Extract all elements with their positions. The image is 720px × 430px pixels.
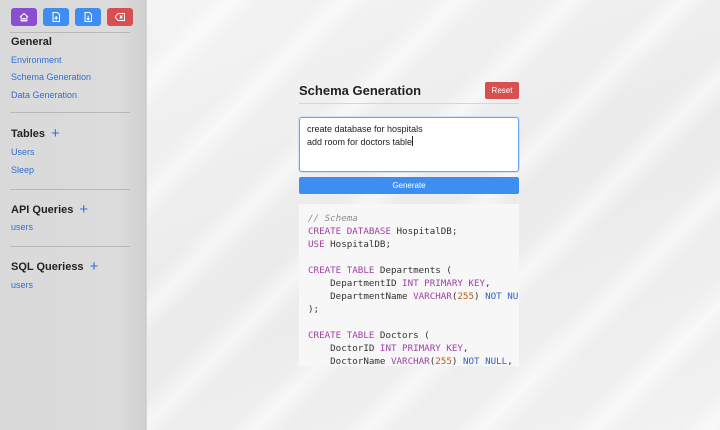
generated-code-block: // Schema CREATE DATABASE HospitalDB; USE … bbox=[299, 204, 519, 366]
file-download-icon bbox=[84, 12, 92, 22]
code-token: DoctorName bbox=[308, 356, 391, 366]
section-label: General bbox=[11, 36, 52, 48]
divider bbox=[10, 32, 130, 33]
code-token: CREATE TABLE bbox=[308, 330, 375, 341]
page-title: Schema Generation bbox=[299, 83, 422, 98]
code-token: VARCHAR bbox=[390, 356, 430, 366]
text-cursor bbox=[412, 136, 414, 146]
title-divider bbox=[299, 103, 519, 104]
code-token: Departments ( bbox=[374, 265, 452, 276]
home-button[interactable] bbox=[11, 8, 37, 26]
code-token: USE bbox=[308, 239, 325, 250]
reset-button[interactable]: Reset bbox=[485, 82, 519, 99]
code-token: DepartmentID bbox=[308, 278, 403, 289]
section-label: SQL Queriess bbox=[11, 261, 84, 273]
add-sql-query-button[interactable]: + bbox=[90, 259, 99, 274]
divider bbox=[10, 112, 130, 113]
prompt-line: create database for hospitals bbox=[307, 124, 423, 134]
clear-button[interactable] bbox=[107, 8, 133, 26]
sidebar-toolbar bbox=[11, 8, 133, 26]
code-line: CREATE TABLE Departments ( bbox=[308, 264, 519, 277]
code-token: DepartmentName bbox=[308, 291, 414, 302]
code-line: CREATE DATABASE HospitalDB; bbox=[308, 225, 519, 238]
code-token: NOT NULL bbox=[485, 291, 519, 302]
add-table-button[interactable]: + bbox=[51, 126, 60, 141]
code-token: DoctorID bbox=[308, 343, 380, 354]
section-label: Tables bbox=[11, 128, 46, 140]
code-token: INT PRIMARY KEY bbox=[402, 278, 486, 289]
code-token: ) bbox=[474, 291, 486, 302]
code-line: DoctorID INT PRIMARY KEY, bbox=[308, 342, 519, 355]
divider bbox=[10, 189, 130, 190]
sidebar-item-data-generation[interactable]: Data Generation bbox=[11, 90, 77, 100]
home-icon bbox=[19, 12, 29, 22]
download-file-button[interactable] bbox=[75, 8, 101, 26]
code-token: INT PRIMARY KEY bbox=[379, 343, 463, 354]
code-line: DepartmentID INT PRIMARY KEY, bbox=[308, 277, 519, 290]
code-line: DoctorName VARCHAR(255) NOT NULL, bbox=[308, 355, 519, 366]
section-tables-title: Tables + bbox=[11, 126, 60, 141]
code-token: ); bbox=[308, 304, 320, 315]
code-line: DepartmentName VARCHAR(255) NOT NULL bbox=[308, 290, 519, 303]
sidebar-item-sleep-table[interactable]: Sleep bbox=[11, 165, 34, 175]
code-token: CREATE DATABASE bbox=[308, 226, 391, 237]
code-token: 255 bbox=[435, 356, 452, 366]
code-token: // Schema bbox=[308, 213, 358, 224]
sidebar-item-schema-generation[interactable]: Schema Generation bbox=[11, 72, 91, 82]
section-label: API Queries bbox=[11, 204, 74, 216]
code-line: USE HospitalDB; bbox=[308, 238, 519, 251]
code-token: HospitalDB; bbox=[390, 226, 458, 237]
section-sql-title: SQL Queriess + bbox=[11, 259, 99, 274]
code-token: VARCHAR bbox=[413, 291, 452, 302]
new-file-button[interactable] bbox=[43, 8, 69, 26]
main-panel: Schema Generation Reset create database … bbox=[147, 0, 720, 430]
prompt-line: add room for doctors table bbox=[307, 137, 413, 147]
sidebar-item-users-sql[interactable]: users bbox=[11, 280, 33, 290]
code-token: NOT NULL bbox=[462, 356, 508, 366]
code-token: Doctors ( bbox=[374, 330, 430, 341]
generate-button[interactable]: Generate bbox=[299, 177, 519, 194]
code-token: , bbox=[507, 356, 513, 366]
section-general-title: General bbox=[11, 36, 52, 48]
code-token: HospitalDB; bbox=[324, 239, 391, 250]
prompt-textarea[interactable]: create database for hospitals add room f… bbox=[299, 117, 519, 172]
code-line: // Schema bbox=[308, 212, 519, 225]
backspace-icon bbox=[114, 13, 125, 21]
sidebar: General Environment Schema Generation Da… bbox=[0, 0, 147, 430]
code-token: ) bbox=[451, 356, 463, 366]
code-line: CREATE TABLE Doctors ( bbox=[308, 329, 519, 342]
code-token: CREATE TABLE bbox=[308, 265, 375, 276]
sidebar-item-environment[interactable]: Environment bbox=[11, 55, 62, 65]
file-add-icon bbox=[52, 12, 60, 22]
add-api-query-button[interactable]: + bbox=[79, 202, 88, 217]
code-line: ); bbox=[308, 303, 519, 316]
sidebar-item-users-table[interactable]: Users bbox=[11, 147, 35, 157]
code-token: 255 bbox=[457, 291, 474, 302]
sidebar-item-users-api[interactable]: users bbox=[11, 222, 33, 232]
code-token: , bbox=[485, 278, 491, 289]
divider bbox=[10, 246, 130, 247]
section-api-title: API Queries + bbox=[11, 202, 88, 217]
code-token: , bbox=[462, 343, 469, 354]
